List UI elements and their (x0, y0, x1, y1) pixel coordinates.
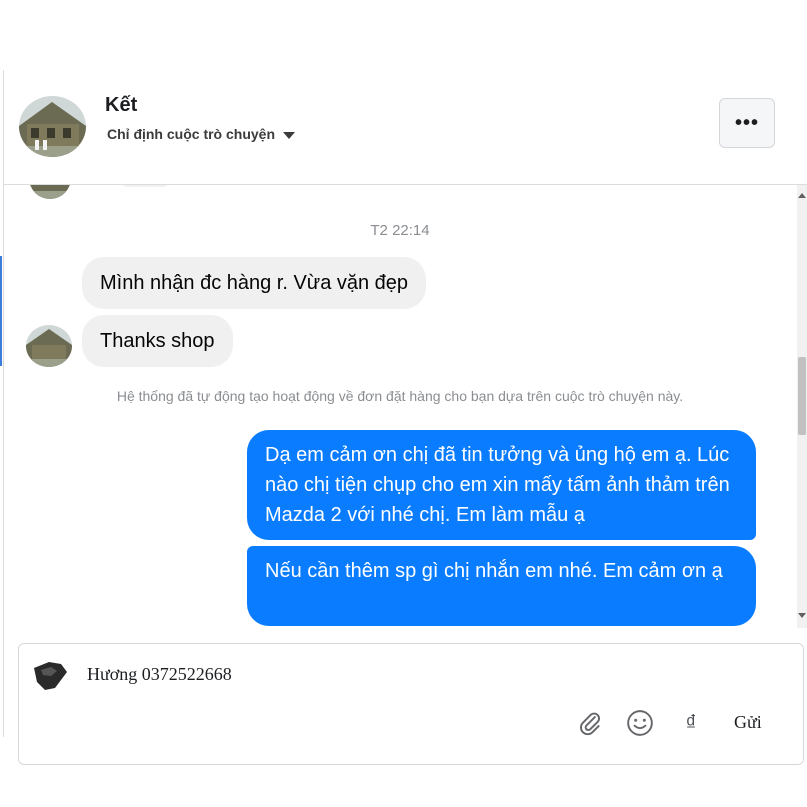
paperclip-icon[interactable] (575, 708, 605, 738)
scroll-down-arrow-icon[interactable] (798, 613, 806, 618)
message-input[interactable]: Hương 0372522668 (87, 664, 232, 685)
message-text: Nếu cần thêm sp gì chị nhắn em nhé. Em c… (265, 560, 723, 582)
incoming-message: Mình nhận đc hàng r. Vừa vặn đẹp (82, 257, 427, 309)
more-options-button[interactable]: ••• (719, 98, 775, 148)
assign-conversation-dropdown[interactable]: Chỉ định cuộc trò chuyện (107, 126, 296, 142)
chat-header: Kết Chỉ định cuộc trò chuyện ••• (4, 70, 807, 185)
message-text: Mình nhận đc hàng r. Vừa vặn đẹp (100, 271, 409, 294)
message-scrollbar[interactable] (797, 185, 807, 628)
active-indicator (0, 256, 2, 366)
contact-name[interactable]: Kết (105, 94, 137, 117)
contact-avatar[interactable] (19, 96, 86, 157)
outgoing-message: Nếu cần thêm sp gì chị nhắn em nhé. Em c… (247, 546, 756, 626)
chevron-down-icon (283, 131, 296, 139)
scrollbar-thumb[interactable] (798, 357, 806, 435)
message-timestamp: T2 22:14 (370, 222, 430, 239)
message-text: Dạ em cảm ơn chị đã tin tưởng và ủng hộ … (265, 444, 730, 526)
contact-avatar-small (26, 325, 72, 367)
previous-message-bubble (116, 185, 174, 187)
message-text: Thanks shop (100, 329, 215, 352)
message-list: T2 22:14 Mình nhận đc hàng r. Vừa vặn đẹ… (4, 185, 796, 628)
sender-avatar (31, 658, 71, 692)
contact-avatar-small (29, 185, 71, 199)
system-notice: Hệ thống đã tự động tạo hoạt động về đơn… (116, 388, 684, 404)
assign-label: Chỉ định cuộc trò chuyện (107, 126, 276, 142)
incoming-message: Thanks shop (82, 315, 233, 367)
message-composer[interactable]: Hương 0372522668 ₫ Gửi (18, 643, 804, 765)
send-button[interactable]: Gửi (734, 712, 762, 733)
outgoing-message: Dạ em cảm ơn chị đã tin tưởng và ủng hộ … (247, 430, 756, 540)
emoji-icon[interactable] (625, 708, 655, 738)
currency-icon[interactable]: ₫ (676, 708, 706, 738)
scroll-up-arrow-icon[interactable] (798, 193, 806, 198)
